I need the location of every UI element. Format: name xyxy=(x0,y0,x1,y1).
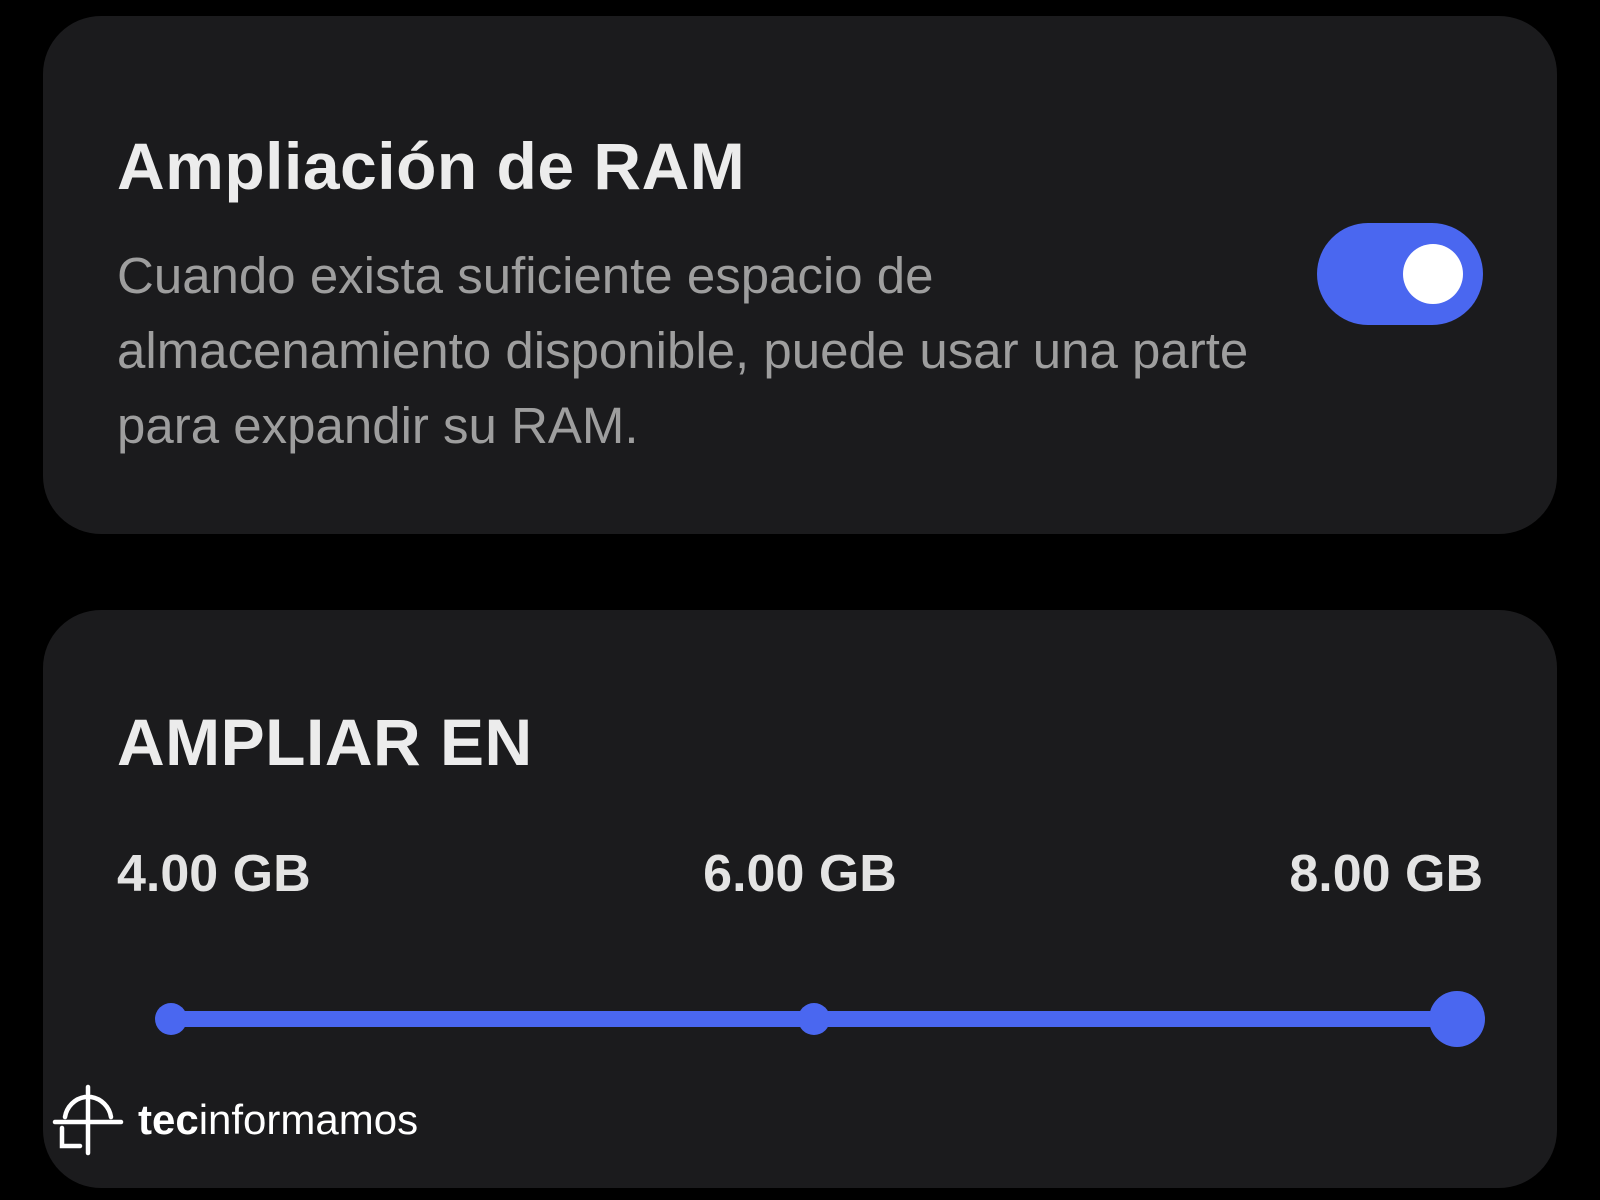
brand-name-rest: informamos xyxy=(198,1096,419,1143)
slider-stop[interactable] xyxy=(798,1003,830,1035)
slider-labels: 4.00 GB 6.00 GB 8.00 GB xyxy=(117,844,1483,914)
expand-by-title: AMPLIAR EN xyxy=(117,705,533,779)
brand-name-bold: tec xyxy=(138,1096,199,1143)
option-label-4gb[interactable]: 4.00 GB xyxy=(117,844,311,904)
toggle-knob xyxy=(1403,244,1463,304)
brand-watermark: tecinformamos xyxy=(52,1082,418,1158)
crosshair-logo-icon xyxy=(52,1084,124,1156)
ram-size-slider[interactable] xyxy=(155,991,1485,1047)
settings-screen: Ampliación de RAM Cuando exista suficien… xyxy=(0,0,1600,1200)
ram-plus-description: Cuando exista suficiente espacio de alma… xyxy=(117,247,1249,454)
ram-plus-toggle[interactable] xyxy=(1317,223,1483,325)
option-label-8gb[interactable]: 8.00 GB xyxy=(1289,844,1483,904)
option-label-6gb[interactable]: 6.00 GB xyxy=(703,844,897,904)
slider-thumb[interactable] xyxy=(1429,991,1485,1047)
ram-plus-title: Ampliación de RAM xyxy=(117,129,746,203)
slider-stop[interactable] xyxy=(155,1003,187,1035)
brand-name: tecinformamos xyxy=(138,1096,418,1144)
ram-plus-card[interactable]: Ampliación de RAM Cuando exista suficien… xyxy=(43,16,1557,534)
